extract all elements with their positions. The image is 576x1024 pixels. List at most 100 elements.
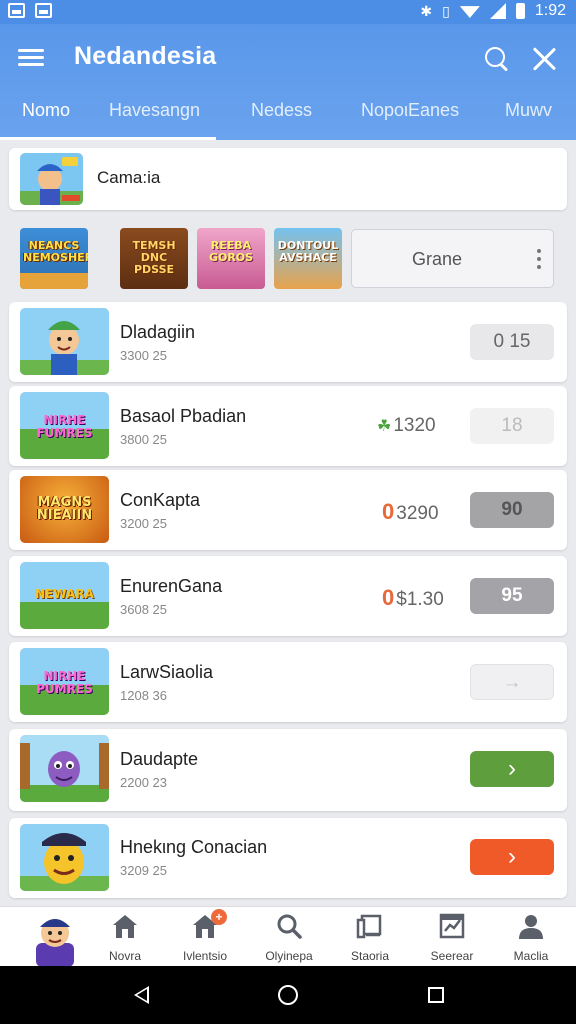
game-thumbnail (20, 308, 109, 375)
close-icon[interactable] (530, 45, 558, 73)
nav-label: Novra (108, 949, 141, 963)
app-bar: Nedandesia Nomo Havesangn Nedess NopoιEa… (0, 24, 576, 140)
tab-havesangn[interactable]: Havesangn (109, 100, 200, 121)
thumbnail-caption: DONTOUL AVSHACE (277, 239, 339, 264)
arrow-right-icon: → (502, 672, 522, 693)
game-name: Daudapte (120, 749, 199, 769)
game-subtitle: 2200 23 (120, 775, 167, 790)
nav-olyinepa[interactable]: Olyinepa (249, 913, 329, 963)
play-button[interactable]: › (470, 751, 554, 787)
thumbnail-3[interactable]: REEBA GOROS (197, 228, 265, 289)
recents-icon[interactable] (428, 987, 444, 1003)
list-item[interactable]: Dladagiin 3300 25 0 15 (9, 302, 567, 382)
thumbnail-caption: NIRHE FUMRES (36, 413, 93, 440)
book-icon (356, 913, 384, 939)
chevron-right-icon: › (508, 843, 516, 870)
game-thumbnail (20, 824, 109, 891)
arrow-button[interactable]: → (470, 664, 554, 700)
menu-icon[interactable] (18, 47, 44, 67)
price-button-label: 90 (501, 499, 523, 520)
nav-label: Maclia (513, 949, 549, 963)
tab-bar: Nomo Havesangn Nedess NopoιEanes Muwv (0, 96, 576, 140)
home-badge-icon: + (191, 909, 227, 939)
list-item[interactable]: MAGNS NIEAIIN ConKapta 3200 25 0 3290 90 (9, 470, 567, 550)
back-icon[interactable] (134, 986, 149, 1004)
grane-button[interactable]: Grane (351, 229, 554, 288)
tab-nomo[interactable]: Nomo (22, 100, 70, 121)
list-item[interactable]: NIRHE PUMRES LarwSiaolia 1208 36 → (9, 642, 567, 722)
price-button[interactable]: 95 (470, 578, 554, 614)
nav-label: Olyinepa (265, 949, 313, 963)
price-button[interactable]: 18 (470, 408, 554, 444)
thumbnail-caption: MAGNS NIEAIIN (36, 495, 93, 523)
featured-thumbnail (20, 153, 83, 205)
person-icon (517, 913, 545, 939)
tab-nedess[interactable]: Nedess (251, 100, 312, 121)
thumbnail-caption: NEANCS NEMOSHER (23, 239, 88, 264)
battery-icon (515, 3, 525, 19)
nav-seerear[interactable]: Seerear (412, 913, 492, 963)
price-button[interactable]: 90 (470, 492, 554, 528)
list-item[interactable]: Hnekιng Conacian 3209 25 › (9, 818, 567, 898)
status-bar: ✱ ▯ 1:92 (0, 0, 576, 24)
coin-icon: 0 (382, 585, 395, 610)
thumbnail-4[interactable]: DONTOUL AVSHACE (274, 228, 342, 289)
vibrate-icon: ▯ (442, 2, 450, 19)
price-button[interactable]: 0 15 (470, 324, 554, 360)
list-item[interactable]: NIRHE FUMRES Basaol Pbadian 3800 25 ☘ 132… (9, 386, 567, 466)
thumbnail-1[interactable]: NEANCS NEMOSHER (20, 228, 88, 289)
avatar[interactable] (22, 909, 88, 967)
tab-indicator (0, 137, 216, 140)
featured-card[interactable]: Cama:ia (9, 148, 567, 210)
gallery-notification-icon (8, 3, 25, 18)
thumbnail-caption: TEMSH DNC PDSSE (132, 239, 176, 276)
game-subtitle: 3209 25 (120, 863, 167, 878)
thumbnail-caption: REEBA GOROS (208, 239, 254, 264)
price-value: 1320 (393, 415, 436, 436)
game-thumbnail: NIRHE PUMRES (20, 648, 109, 715)
price-value: 3290 (396, 503, 439, 524)
game-thumbnail: MAGNS NIEAIIN (20, 476, 109, 543)
image-notification-icon (35, 3, 52, 18)
search-icon[interactable] (484, 46, 510, 72)
page-title: Nedandesia (74, 42, 217, 70)
price-tag: 0 $1.30 (382, 585, 444, 611)
thumbnail-caption: NIRHE PUMRES (36, 669, 93, 696)
more-vert-icon[interactable] (537, 249, 541, 269)
game-thumbnail: NIRHE FUMRES (20, 392, 109, 459)
game-subtitle: 3200 25 (120, 516, 167, 531)
game-name: Dladagiin (120, 322, 196, 342)
system-navigation-bar (0, 966, 576, 1024)
thumbnail-2[interactable]: TEMSH DNC PDSSE (120, 228, 188, 289)
wifi-icon (459, 6, 480, 18)
nav-maclia[interactable]: Maclia (491, 913, 571, 963)
nav-ivlentsio[interactable]: + Ivlentsio (165, 909, 245, 963)
grane-button-label: Grane (412, 249, 463, 269)
list-item[interactable]: NEWARA EnurenGana 3608 25 0 $1.30 95 (9, 556, 567, 636)
list-item[interactable]: Daudapte 2200 23 › (9, 729, 567, 811)
game-name: Basaol Pbadian (120, 406, 247, 426)
chart-icon (438, 913, 466, 939)
nav-label: Staoria (350, 949, 390, 963)
game-subtitle: 1208 36 (120, 688, 167, 703)
price-tag: 0 3290 (382, 499, 439, 525)
game-subtitle: 3800 25 (120, 432, 167, 447)
thumbnail-caption: NEWARA (35, 587, 94, 601)
price-button-label: 95 (501, 585, 523, 606)
play-button[interactable]: › (470, 839, 554, 875)
nav-staoria[interactable]: Staoria (330, 913, 410, 963)
coin-icon: 0 (382, 499, 395, 524)
search-icon (275, 913, 303, 939)
price-button-label: 18 (501, 415, 523, 436)
bottom-navigation: Novra + Ivlentsio Olyinepa Staoria Seere… (0, 906, 576, 967)
nav-label: Seerear (430, 949, 474, 963)
home-icon (111, 913, 139, 939)
status-time: 1:92 (534, 2, 566, 19)
tab-muwv[interactable]: Muwv (505, 100, 552, 121)
nav-label: Ivlentsio (182, 949, 228, 963)
game-thumbnail: NEWARA (20, 562, 109, 629)
nav-novra[interactable]: Novra (85, 913, 165, 963)
tab-nopoeanes[interactable]: NopoιEanes (361, 100, 459, 121)
home-circle-icon[interactable] (278, 985, 298, 1005)
price-value: $1.30 (396, 589, 444, 610)
